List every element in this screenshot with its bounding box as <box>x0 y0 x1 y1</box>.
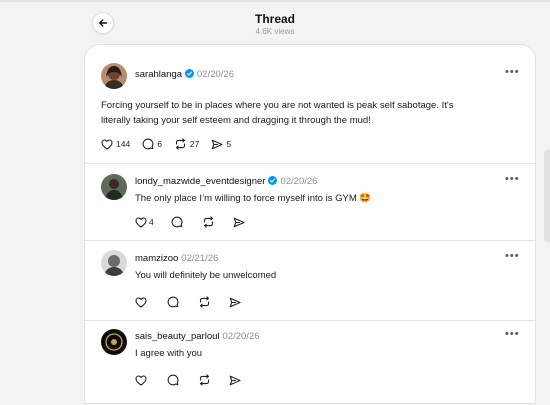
reply-actions <box>135 374 241 386</box>
comment-button[interactable] <box>167 374 179 386</box>
heart-icon <box>135 216 147 228</box>
heart-icon <box>135 374 147 386</box>
repost-button[interactable]: 27 <box>174 138 199 150</box>
more-icon[interactable]: ••• <box>505 250 520 262</box>
side-panel-edge <box>544 150 550 242</box>
share-icon <box>229 375 241 385</box>
page-title: Thread <box>254 12 295 26</box>
post-header: sarahlanga 02/20/26 <box>135 69 234 80</box>
verified-icon <box>268 176 278 185</box>
more-icon[interactable]: ••• <box>505 66 520 78</box>
comment-button[interactable] <box>167 296 179 308</box>
reply-button[interactable]: 4 <box>149 217 154 227</box>
share-count: 5 <box>226 139 232 149</box>
thread-card: sarahlanga 02/20/26 ••• Forcing yourself … <box>84 44 536 404</box>
reply-header: mamzizoo 02/21/26 <box>135 253 218 264</box>
thread-header: Thread 4.6K views <box>0 0 550 45</box>
repost-button[interactable] <box>202 216 215 228</box>
reply-date: 02/20/26 <box>222 331 260 342</box>
repost-button[interactable] <box>198 296 211 308</box>
reply-date: 02/21/26 <box>181 253 219 264</box>
repost-icon <box>175 138 185 150</box>
avatar[interactable] <box>101 250 127 276</box>
username[interactable]: sais_beauty_parloul <box>135 331 220 342</box>
repost-icon <box>199 296 210 308</box>
reply-count: 4 <box>149 217 154 227</box>
reply-text: You will definitely be unwelcomed <box>135 270 277 281</box>
post-actions: 144 6 27 5 <box>101 138 231 150</box>
post-text: Forcing yourself to be in places where y… <box>101 98 526 128</box>
reply-text: I agree with you <box>135 348 203 359</box>
share-icon <box>233 217 245 227</box>
repost-icon <box>199 374 210 386</box>
reply-actions: 4 <box>135 216 245 228</box>
reply-text: The only place I’m willing to force myse… <box>135 193 372 204</box>
main-post: sarahlanga 02/20/26 ••• Forcing yourself … <box>85 45 535 163</box>
reply-header: londy_mazwide_eventdesigner 02/20/26 <box>135 176 317 187</box>
comment-button[interactable] <box>171 216 183 228</box>
more-icon[interactable]: ••• <box>505 173 520 185</box>
reply-actions <box>135 296 241 308</box>
reply-post: mamzizoo 02/21/26 ••• You will definitely… <box>85 241 535 320</box>
verified-icon <box>185 69 195 78</box>
repost-count: 27 <box>189 139 200 149</box>
comment-icon <box>142 138 154 150</box>
username[interactable]: londy_mazwide_eventdesigner <box>135 176 265 187</box>
like-count: 144 <box>116 139 131 149</box>
more-icon[interactable]: ••• <box>505 328 520 340</box>
like-button[interactable]: 144 <box>101 138 131 150</box>
repost-button[interactable] <box>198 374 211 386</box>
avatar[interactable] <box>101 329 127 355</box>
reply-post: sais_beauty_parloul 02/20/26 ••• I agree … <box>85 321 535 405</box>
share-button[interactable] <box>229 297 241 308</box>
share-button[interactable]: 5 <box>211 139 231 150</box>
share-button[interactable] <box>233 217 245 228</box>
comment-icon <box>167 374 179 386</box>
reply-post: londy_mazwide_eventdesigner 02/20/26 ••• … <box>85 164 535 240</box>
post-date: 02/20/26 <box>197 69 234 80</box>
repost-icon <box>203 216 213 228</box>
views-count: 4.6K views <box>255 27 295 36</box>
avatar[interactable] <box>101 174 127 200</box>
share-icon <box>212 139 223 149</box>
post-text-line: literally taking your self esteem and dr… <box>101 115 371 126</box>
share-button[interactable] <box>229 375 241 386</box>
post-text-line: Forcing yourself to be in places where y… <box>101 100 454 111</box>
username[interactable]: sarahlanga <box>135 69 182 80</box>
reply-date: 02/20/26 <box>280 176 318 187</box>
username[interactable]: mamzizoo <box>135 253 178 264</box>
comment-icon <box>171 216 183 228</box>
like-button[interactable] <box>135 216 147 228</box>
comment-icon <box>167 296 179 308</box>
reply-header: sais_beauty_parloul 02/20/26 <box>135 331 260 342</box>
avatar[interactable] <box>101 63 127 89</box>
like-button[interactable] <box>135 296 147 308</box>
reply-button[interactable]: 6 <box>142 138 162 150</box>
heart-icon <box>101 138 113 150</box>
reply-count: 6 <box>157 139 162 149</box>
heart-icon <box>135 296 147 308</box>
like-button[interactable] <box>135 374 147 386</box>
share-icon <box>229 297 241 307</box>
